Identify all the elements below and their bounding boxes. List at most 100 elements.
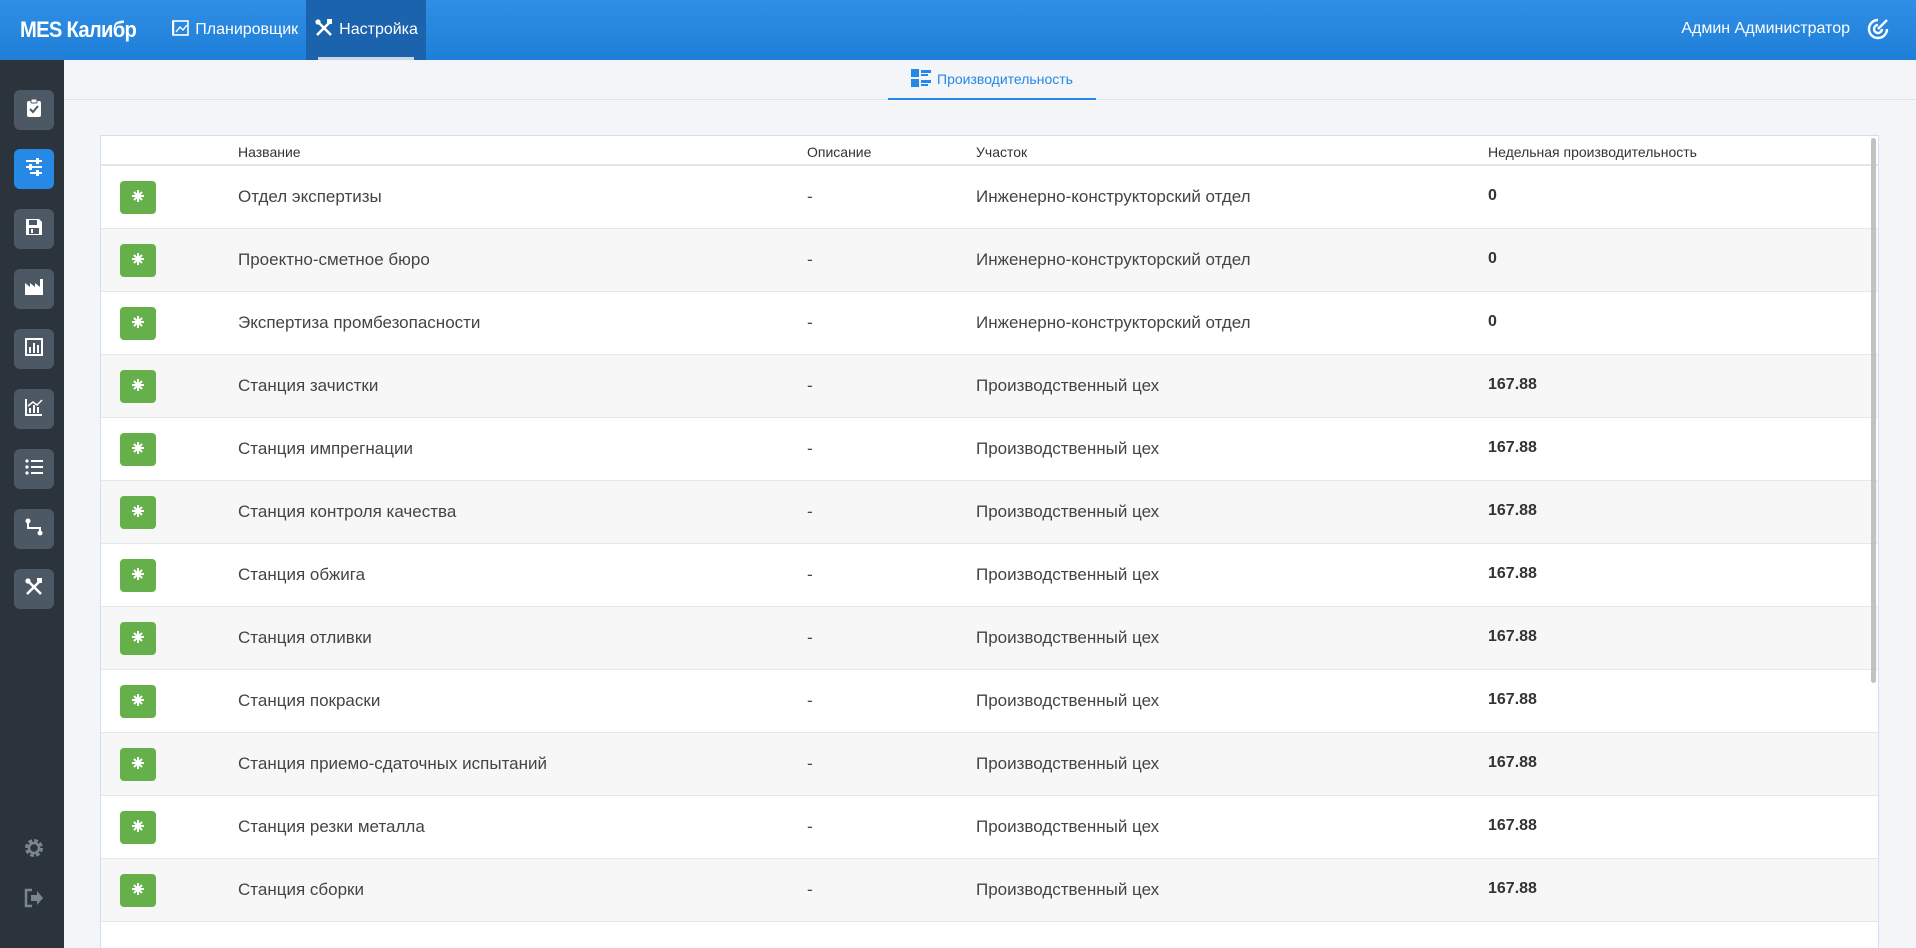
cell-description: -	[807, 313, 813, 332]
table-row[interactable]: Станция покраски - Производственный цех …	[101, 670, 1878, 733]
asterisk-icon	[131, 377, 145, 397]
table-row[interactable]: Станция контроля качества - Производстве…	[101, 481, 1878, 544]
cell-description: -	[807, 817, 813, 836]
cell-area: Инженерно-конструкторский отдел	[976, 313, 1251, 332]
logout-swirl-icon[interactable]	[1866, 17, 1890, 46]
cell-weekly: 167.88	[1488, 691, 1537, 708]
status-badge[interactable]	[120, 307, 156, 340]
table-row[interactable]: Станция резки металла - Производственный…	[101, 796, 1878, 859]
table-row[interactable]: Станция приемо-сдаточных испытаний - Про…	[101, 733, 1878, 796]
cell-name: Проектно-сметное бюро	[238, 250, 430, 269]
asterisk-icon	[131, 881, 145, 901]
sidebar-item-list[interactable]	[14, 449, 54, 489]
status-badge[interactable]	[120, 370, 156, 403]
sliders-icon	[24, 157, 44, 182]
status-badge[interactable]	[120, 811, 156, 844]
sidebar-sign-out[interactable]	[20, 886, 48, 914]
cell-weekly: 167.88	[1488, 439, 1537, 456]
list-icon	[24, 457, 44, 482]
status-badge[interactable]	[120, 559, 156, 592]
cell-area: Производственный цех	[976, 439, 1160, 458]
tools-icon	[24, 577, 44, 602]
table-row[interactable]: Экспертиза промбезопасности - Инженерно-…	[101, 292, 1878, 355]
asterisk-icon	[131, 503, 145, 523]
table-row[interactable]: Станция импрегнации - Производственный ц…	[101, 418, 1878, 481]
route-icon	[24, 517, 44, 542]
sidebar-item-factory[interactable]	[14, 269, 54, 309]
column-area-header[interactable]: Участок	[976, 144, 1027, 160]
gear-icon	[22, 836, 46, 865]
save-icon	[24, 217, 44, 242]
sidebar-item-analytics[interactable]	[14, 389, 54, 429]
nav-settings[interactable]: Настройка	[306, 0, 426, 60]
cell-weekly: 167.88	[1488, 754, 1537, 771]
status-badge[interactable]	[120, 181, 156, 214]
column-description-header[interactable]: Описание	[807, 144, 871, 160]
vertical-scrollbar[interactable]	[1871, 138, 1876, 683]
user-name[interactable]: Админ Администратор	[1681, 20, 1850, 38]
cell-weekly: 167.88	[1488, 502, 1537, 519]
cell-area: Производственный цех	[976, 502, 1160, 521]
cell-weekly: 167.88	[1488, 817, 1537, 834]
cell-area: Производственный цех	[976, 376, 1160, 395]
status-badge[interactable]	[120, 748, 156, 781]
main-content: Производительность Название Описание Уча…	[64, 60, 1916, 948]
sidebar-item-tasks[interactable]	[14, 90, 54, 130]
table-row[interactable]: Проектно-сметное бюро - Инженерно-констр…	[101, 229, 1878, 292]
cell-weekly: 0	[1488, 250, 1497, 267]
status-badge[interactable]	[120, 685, 156, 718]
sidebar-item-routes[interactable]	[14, 509, 54, 549]
table-row[interactable]: Станция зачистки - Производственный цех …	[101, 355, 1878, 418]
sidebar-settings[interactable]	[20, 836, 48, 864]
table-header: Название Описание Участок Недельная прои…	[101, 136, 1878, 166]
table-row[interactable]: Отдел экспертизы - Инженерно-конструктор…	[101, 166, 1878, 229]
table-row[interactable]: Станция сборки - Производственный цех 16…	[101, 859, 1878, 922]
asterisk-icon	[131, 755, 145, 775]
cell-description: -	[807, 250, 813, 269]
nav-planner[interactable]: Планировщик	[164, 0, 306, 60]
cell-description: -	[807, 502, 813, 521]
sidebar-item-save[interactable]	[14, 209, 54, 249]
status-badge[interactable]	[120, 622, 156, 655]
cell-description: -	[807, 880, 813, 899]
cell-area: Производственный цех	[976, 817, 1160, 836]
cell-weekly: 167.88	[1488, 565, 1537, 582]
nav-settings-label: Настройка	[339, 21, 418, 38]
cell-weekly: 167.88	[1488, 376, 1537, 393]
cell-name: Отдел экспертизы	[238, 187, 382, 206]
tab-performance[interactable]: Производительность	[888, 60, 1096, 100]
table-row[interactable]: Станция обжига - Производственный цех 16…	[101, 544, 1878, 607]
asterisk-icon	[131, 629, 145, 649]
cell-name: Станция резки металла	[238, 817, 425, 836]
nav-planner-label: Планировщик	[195, 21, 299, 38]
performance-icon	[911, 68, 937, 90]
asterisk-icon	[131, 818, 145, 838]
table-row[interactable]: Станция отливки - Производственный цех 1…	[101, 607, 1878, 670]
column-weekly-header[interactable]: Недельная производительность	[1488, 144, 1697, 160]
status-badge[interactable]	[120, 244, 156, 277]
bar-chart-icon	[24, 337, 44, 362]
table-body: Отдел экспертизы - Инженерно-конструктор…	[101, 166, 1878, 922]
cell-area: Производственный цех	[976, 880, 1160, 899]
cell-name: Экспертиза промбезопасности	[238, 313, 481, 332]
sidebar-item-settings[interactable]	[14, 569, 54, 609]
sub-tabs: Производительность	[64, 60, 1916, 100]
factory-icon	[24, 277, 44, 302]
cell-name: Станция сборки	[238, 880, 364, 899]
sign-out-icon	[23, 887, 45, 914]
cell-weekly: 0	[1488, 187, 1497, 204]
status-badge[interactable]	[120, 496, 156, 529]
asterisk-icon	[131, 251, 145, 271]
cell-area: Производственный цех	[976, 691, 1160, 710]
cell-description: -	[807, 376, 813, 395]
sidebar-item-planning[interactable]	[14, 149, 54, 189]
cell-weekly: 0	[1488, 313, 1497, 330]
status-badge[interactable]	[120, 874, 156, 907]
cell-area: Инженерно-конструкторский отдел	[976, 250, 1251, 269]
app-brand[interactable]: MES Калибр	[20, 17, 137, 43]
status-badge[interactable]	[120, 433, 156, 466]
cell-weekly: 167.88	[1488, 880, 1537, 897]
asterisk-icon	[131, 566, 145, 586]
sidebar-item-reports[interactable]	[14, 329, 54, 369]
column-name-header[interactable]: Название	[238, 144, 301, 160]
